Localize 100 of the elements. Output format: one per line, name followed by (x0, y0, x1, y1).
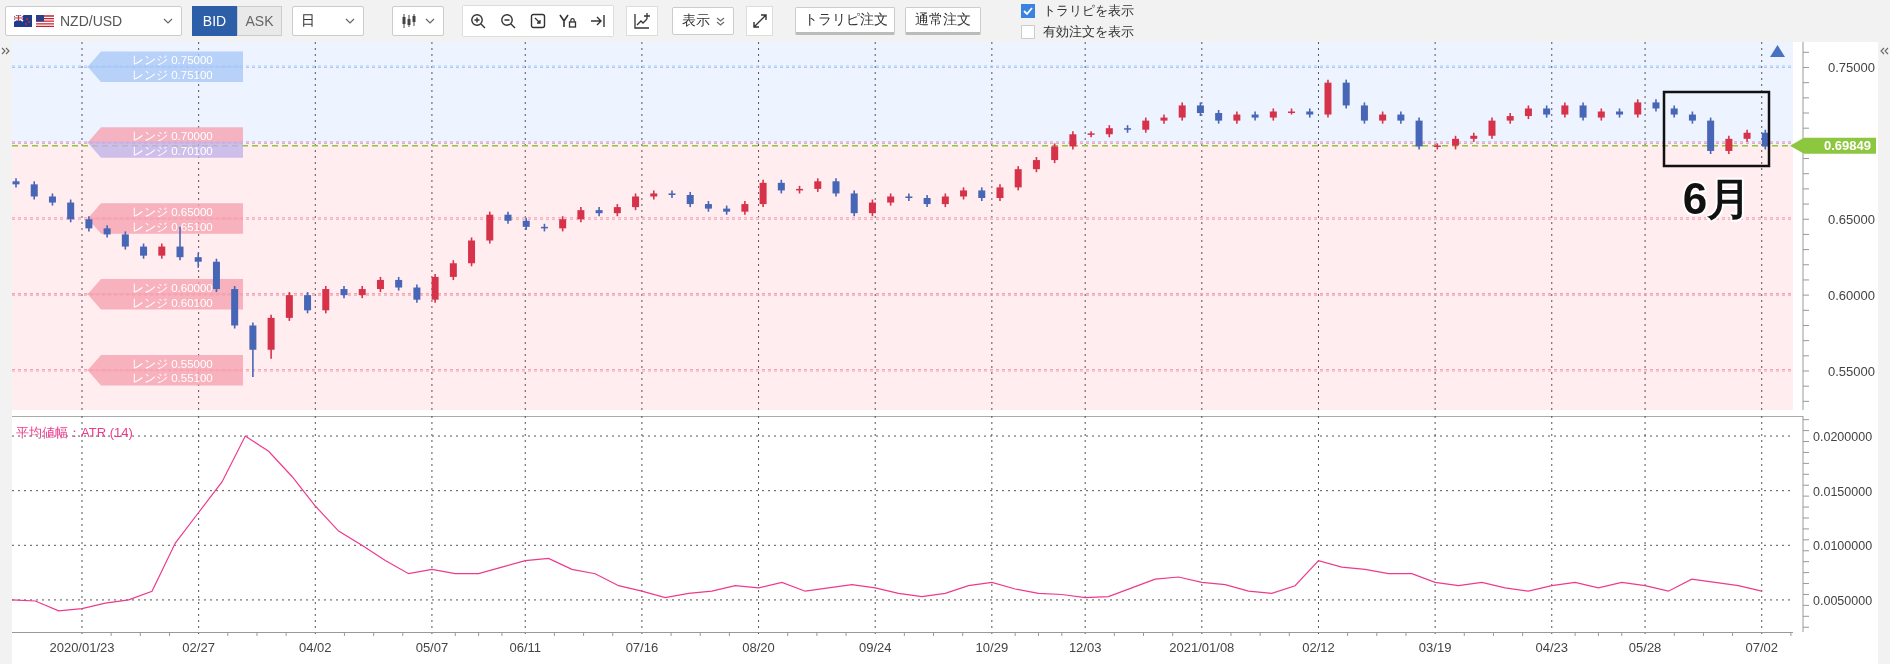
candle (504, 210, 512, 225)
triangle-icon[interactable] (1770, 45, 1785, 57)
date-label: 02/27 (182, 640, 215, 655)
candle (1397, 110, 1405, 125)
symbol-dropdown[interactable]: NZD/USD (5, 6, 182, 36)
candle (613, 203, 621, 217)
price-side-tab[interactable]: ASK (237, 6, 282, 36)
candle (304, 291, 312, 315)
candle (395, 276, 403, 292)
note-text: 6月 (1682, 174, 1752, 223)
axis-label: 0.75000 (1828, 60, 1875, 76)
range-tag[interactable]: レンジ 0.75000 (87, 51, 243, 68)
checkbox[interactable] (1021, 24, 1035, 39)
fit-icon (530, 13, 546, 29)
candle (1616, 107, 1624, 119)
ref-line-label: レンジ 0.75000 (132, 54, 213, 67)
candle (1105, 124, 1113, 139)
range-tag[interactable]: レンジ 0.70000 (87, 127, 243, 144)
timeframe-dropdown[interactable]: 日 (292, 6, 364, 36)
candle (121, 230, 129, 251)
date-label: 08/20 (742, 640, 775, 655)
chart-type-dropdown[interactable] (392, 6, 444, 36)
axis-label: 0.0100000 (1813, 539, 1873, 554)
order-button[interactable]: 通常注文 (905, 7, 981, 35)
candle (1688, 110, 1696, 125)
candle (413, 283, 421, 304)
axis-label: 0.65000 (1828, 212, 1875, 228)
candle (267, 314, 275, 360)
date-label: 03/19 (1418, 640, 1452, 655)
candle (941, 192, 949, 208)
range-tag[interactable]: レンジ 0.65000 (87, 203, 243, 220)
range-tag[interactable]: レンジ 0.55100 (87, 369, 243, 386)
date-label: 2021/01/08 (1169, 640, 1235, 655)
candle (85, 215, 93, 233)
candle (777, 179, 785, 195)
candle (194, 251, 202, 269)
candle (103, 224, 111, 239)
candle (486, 210, 494, 245)
axis-label: 0.55000 (1828, 364, 1875, 379)
candle (814, 177, 822, 193)
candle (376, 276, 384, 293)
expand-button[interactable] (746, 6, 773, 36)
display-menu-button[interactable]: 表示 (672, 7, 734, 35)
candle (48, 192, 56, 207)
candle (1251, 110, 1259, 122)
candle (668, 189, 676, 199)
expand-panel-icon[interactable] (1, 46, 11, 56)
candle (996, 183, 1004, 202)
candle (1579, 101, 1587, 122)
candle (1014, 165, 1022, 192)
candle (249, 321, 257, 378)
candle (468, 236, 476, 268)
checkbox-label: トラリピを表示 (1043, 1, 1134, 20)
add-indicator-button[interactable] (626, 6, 658, 36)
candle (285, 291, 293, 322)
arrow-to-bar-icon (590, 13, 606, 29)
ref-line-label: レンジ 0.65100 (132, 220, 213, 233)
candle (704, 200, 712, 213)
ref-line-label: 0.69849 (1824, 138, 1871, 154)
candle (1069, 130, 1077, 151)
candle (1178, 101, 1186, 122)
candle (923, 194, 931, 208)
collapse-panel-icon[interactable] (1879, 46, 1889, 56)
candlestick-icon (401, 13, 417, 29)
candle (1707, 116, 1715, 155)
candle (686, 191, 694, 208)
ref-line-label: レンジ 0.70000 (132, 130, 213, 143)
candle (595, 206, 603, 217)
candle (30, 180, 38, 201)
candle (1761, 128, 1769, 151)
candle (431, 273, 439, 304)
candle (759, 179, 767, 208)
expand-icon (751, 13, 768, 29)
candle (1233, 110, 1241, 125)
ref-line-label: レンジ 0.60000 (132, 282, 213, 295)
date-label: 05/07 (415, 640, 449, 655)
candle (1051, 142, 1059, 164)
date-label: 09/24 (858, 640, 892, 655)
candle (1087, 130, 1095, 139)
candle (358, 285, 366, 299)
order-button[interactable]: トラリピ注文 (795, 7, 895, 35)
ref-line-label: レンジ 0.60100 (132, 296, 213, 309)
candle (522, 216, 530, 231)
candle (796, 185, 804, 195)
candle (741, 200, 749, 216)
checkbox[interactable] (1021, 3, 1035, 18)
candle (1452, 135, 1460, 151)
chevron-down-icon (163, 18, 173, 24)
candle (12, 177, 20, 189)
date-label: 10/29 (975, 640, 1009, 655)
candle (1524, 104, 1532, 120)
candle (212, 257, 220, 293)
candle (340, 285, 348, 299)
candle (850, 189, 858, 217)
axis-label: 0.60000 (1828, 288, 1875, 304)
candle (1634, 98, 1642, 119)
candle (1597, 107, 1605, 122)
date-label: 05/28 (1628, 640, 1662, 655)
candle (1725, 135, 1733, 155)
price-side-tab[interactable]: BID (192, 6, 237, 36)
